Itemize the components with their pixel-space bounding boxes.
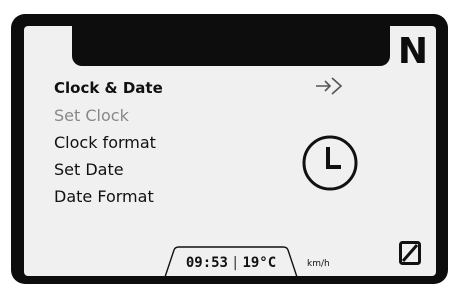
menu-item-date-format[interactable]: Date Format bbox=[54, 183, 163, 210]
enter-arrow-icon bbox=[314, 75, 344, 97]
menu-title: Clock & Date bbox=[54, 79, 163, 97]
top-black-bar bbox=[72, 26, 390, 66]
status-separator: | bbox=[231, 255, 240, 271]
menu-item-set-date[interactable]: Set Date bbox=[54, 156, 163, 183]
menu-item-set-clock[interactable]: Set Clock bbox=[54, 102, 163, 129]
gear-indicator: N bbox=[397, 31, 428, 72]
fuel-indicator-icon bbox=[398, 240, 422, 266]
ambient-temperature: 19°C bbox=[242, 255, 277, 271]
clock-time: 09:53 bbox=[185, 255, 228, 271]
speed-unit: km/h bbox=[307, 259, 330, 269]
status-bar: 09:53 | 19°C bbox=[164, 244, 298, 276]
dashboard-screen: N Clock & Date Set Clock Clock format Se… bbox=[24, 26, 436, 276]
clock-date-menu: Clock & Date Set Clock Clock format Set … bbox=[54, 75, 163, 210]
status-readout: 09:53 | 19°C bbox=[164, 255, 298, 271]
clock-icon bbox=[301, 134, 359, 192]
menu-item-clock-format[interactable]: Clock format bbox=[54, 129, 163, 156]
